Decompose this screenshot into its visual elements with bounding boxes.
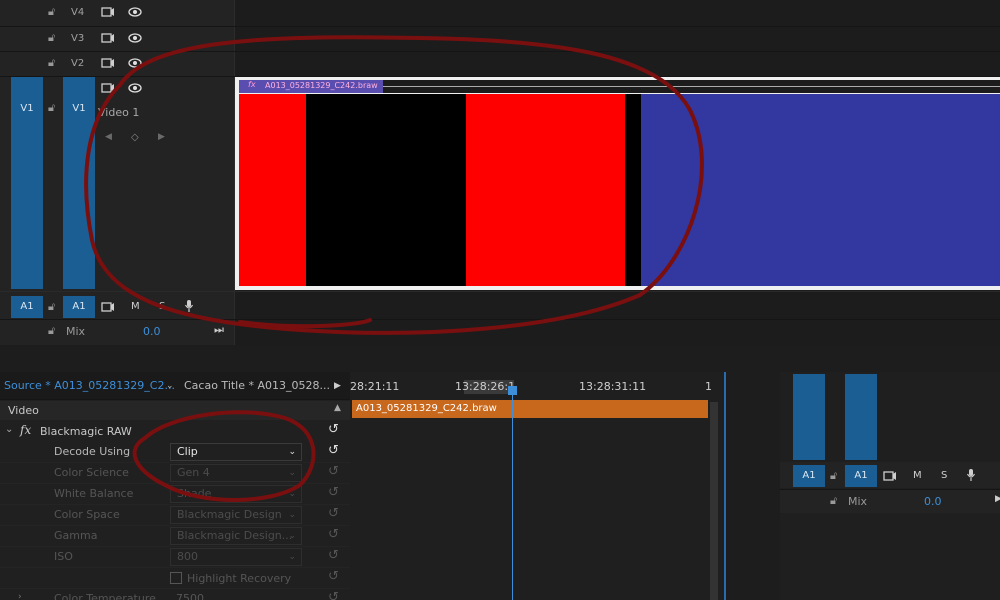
annotation-circle-decode [132, 410, 316, 502]
premiere-window: 🔓︎ V4 🔓︎ V3 🔓︎ V2 V1 🔓︎ V1 Video 1 ◀ ◇ ▶… [0, 0, 1000, 600]
annotation-overlay [84, 35, 704, 502]
annotation-circle-timeline [84, 35, 704, 335]
annotation-circle-timeline-overlap [238, 318, 372, 329]
